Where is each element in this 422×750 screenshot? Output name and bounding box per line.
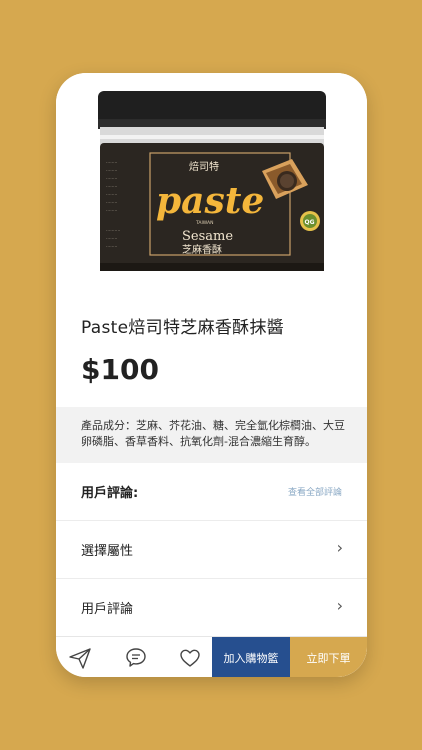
select-attributes-row[interactable]: 選擇屬性 › bbox=[56, 521, 367, 579]
svg-text:........: ........ bbox=[106, 160, 117, 165]
reviews-header-row: 用戶評論: 查看全部評論 bbox=[56, 463, 367, 521]
bottom-action-bar: 加入購物籃 立即下單 bbox=[56, 636, 367, 677]
svg-text:........: ........ bbox=[106, 168, 117, 173]
product-image: ........ ........ ........ ........ ....… bbox=[56, 73, 367, 298]
chevron-right-icon: › bbox=[336, 596, 343, 615]
svg-text:QG: QG bbox=[305, 219, 315, 226]
user-reviews-label: 用戶評論 bbox=[81, 602, 134, 617]
ingredients-section: 產品成分：芝麻、芥花油、糖、完全氫化棕櫚油、大豆卵磷脂、香草香料、抗氧化劑-混合… bbox=[56, 407, 367, 463]
reviews-header-label: 用戶評論: bbox=[81, 486, 139, 501]
view-all-reviews-link[interactable]: 查看全部評論 bbox=[288, 485, 342, 498]
jar-brand-cn: 焙司特 bbox=[189, 160, 219, 173]
select-attributes-label: 選擇屬性 bbox=[81, 544, 134, 559]
svg-text:........: ........ bbox=[106, 208, 117, 213]
chat-icon[interactable] bbox=[124, 646, 148, 670]
svg-text:........: ........ bbox=[106, 176, 117, 181]
jar-flavor-cn: 芝麻香酥 bbox=[182, 243, 222, 256]
heart-icon[interactable] bbox=[178, 646, 202, 670]
add-to-cart-button[interactable]: 加入購物籃 bbox=[212, 637, 290, 677]
product-title: Paste焙司特芝麻香酥抹醬 bbox=[81, 318, 285, 338]
jar-flavor-en: Sesame bbox=[182, 229, 233, 244]
svg-text:........: ........ bbox=[106, 244, 117, 249]
ingredients-text: 產品成分：芝麻、芥花油、糖、完全氫化棕櫚油、大豆卵磷脂、香草香料、抗氧化劑-混合… bbox=[81, 419, 345, 448]
svg-text:........: ........ bbox=[106, 200, 117, 205]
product-price: $100 bbox=[81, 353, 159, 386]
svg-text:........: ........ bbox=[106, 184, 117, 189]
send-icon[interactable] bbox=[68, 646, 92, 670]
order-now-button[interactable]: 立即下單 bbox=[290, 637, 367, 677]
jar-logo-sub: TAIWAN bbox=[195, 220, 213, 226]
svg-text:..........: .......... bbox=[106, 228, 120, 233]
user-reviews-row[interactable]: 用戶評論 › bbox=[56, 579, 367, 637]
svg-text:........: ........ bbox=[106, 192, 117, 197]
quality-badge: QG bbox=[300, 211, 320, 231]
svg-text:........: ........ bbox=[106, 236, 117, 241]
jar-logo: paste bbox=[156, 180, 264, 222]
chevron-right-icon: › bbox=[336, 538, 343, 557]
product-card: ........ ........ ........ ........ ....… bbox=[56, 73, 367, 677]
